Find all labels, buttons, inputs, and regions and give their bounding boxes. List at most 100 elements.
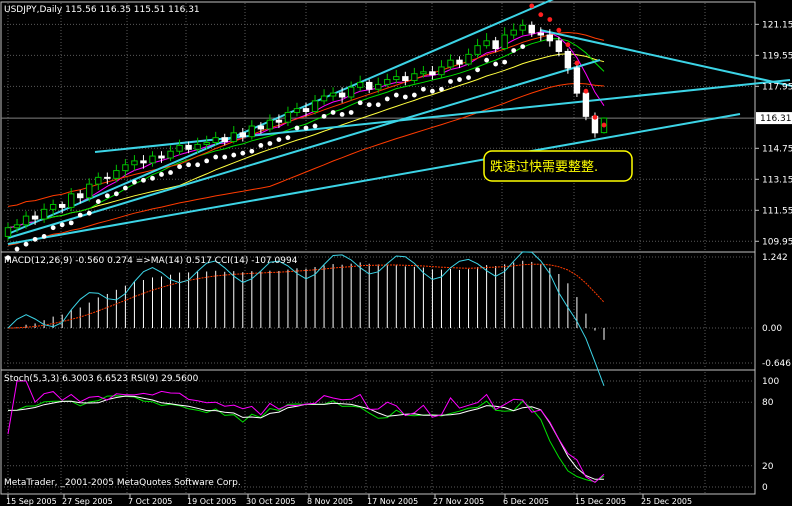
sar-dot [267,141,273,146]
current-price-label: 116.31 [760,114,792,124]
candle-body [456,59,463,65]
candle-body [329,92,337,97]
candle-body [13,224,21,229]
sar-dot [420,86,426,92]
date-tick-label: 30 Oct 2005 [246,497,295,506]
sar-dot [77,212,83,218]
candle-body [167,150,174,159]
candle-body [113,170,120,179]
candle-body [320,95,328,102]
sar-dot [195,162,201,168]
macd-tick-label: 1.242 [762,253,788,263]
candle-body [203,141,210,145]
stoch-tick-label: 0 [762,483,768,493]
sar-dot [556,27,562,33]
candle-body [393,76,400,81]
candle-body [122,164,129,172]
sar-dot [303,125,309,131]
price-tick-label: 117.95 [762,82,792,92]
candle-body [311,100,319,113]
candle-body [77,193,84,199]
price-tick-label: 113.15 [762,175,792,185]
sar-dot [186,162,192,168]
trading-chart[interactable]: USDJPY,Daily 115.56 116.35 115.51 116.31… [0,0,792,506]
candle-body [4,227,12,237]
candle-body [573,67,581,94]
sar-dot [529,3,535,9]
candle-body [582,92,590,117]
candle-body [302,108,310,113]
sar-dot [204,158,210,164]
sar-dot [520,44,526,50]
candle-body [131,160,138,166]
candle-body [420,71,427,75]
candle-body [248,125,256,138]
date-tick-label: 6 Dec 2005 [503,497,549,506]
candle-body [68,193,75,208]
sar-dot [258,143,264,148]
candle-body [266,119,274,130]
candle-body [492,40,499,50]
date-tick-label: 25 Dec 2005 [641,497,692,506]
sar-dot [240,150,246,156]
sar-dot [402,94,408,100]
sar-dot [23,241,29,247]
candle-body [537,32,544,36]
annotation-box: 跌速过快需要整整. [483,150,633,182]
candle-body [347,86,355,98]
stoch-tick-label: 100 [762,377,779,387]
candle-body [176,144,183,152]
sar-dot [86,210,92,216]
sar-dot [502,59,508,65]
sar-dot [312,123,318,129]
sar-dot [276,137,282,142]
sar-dot [330,110,336,115]
date-tick-label: 8 Nov 2005 [307,497,353,506]
sar-dot [384,96,390,102]
sar-dot [493,61,499,67]
sar-dot [348,110,354,115]
date-tick-label: 17 Nov 2005 [367,497,418,506]
candle-body [158,155,165,159]
candle-body [293,108,301,113]
candle-body [275,119,283,123]
candle-body [257,125,265,130]
date-tick-label: 15 Dec 2005 [575,497,626,506]
candle-body [366,81,373,90]
sar-dot [14,246,20,252]
candle-body [447,59,454,68]
candle-body [564,50,572,69]
price-tick-label: 119.55 [762,51,792,61]
sar-dot [583,88,589,94]
sar-dot [592,114,598,120]
candle-body [284,111,292,123]
candle-body [31,215,39,220]
candle-body [185,144,192,150]
sar-dot [32,236,38,242]
date-tick-label: 15 Sep 2005 [6,497,57,506]
stoch-panel-title: Stoch(5,3,3) 6.3003 6.6523 RSI(9) 29.560… [4,374,199,384]
candle-body [546,34,554,42]
candle-body [510,29,517,36]
date-tick-label: 27 Nov 2005 [433,497,484,506]
candle-body [49,203,57,210]
sar-dot [547,17,553,22]
sar-dot [159,172,164,177]
sar-dot [357,100,363,106]
sar-dot [113,191,119,197]
sar-dot [104,193,110,199]
sar-dot [466,75,471,81]
candle-body [40,208,48,220]
price-panel-title: USDJPY,Daily 115.56 116.35 115.51 116.31 [4,5,200,15]
candle-body [402,76,409,82]
candle-body [519,24,526,31]
sar-dot [448,79,453,84]
candle-body [230,132,237,143]
candle-body [95,176,102,185]
candle-body [58,203,66,208]
candle-body [104,176,111,179]
sar-dot [249,148,255,154]
candle-body [338,92,346,98]
sar-dot [150,175,155,181]
candle-body [474,45,481,55]
